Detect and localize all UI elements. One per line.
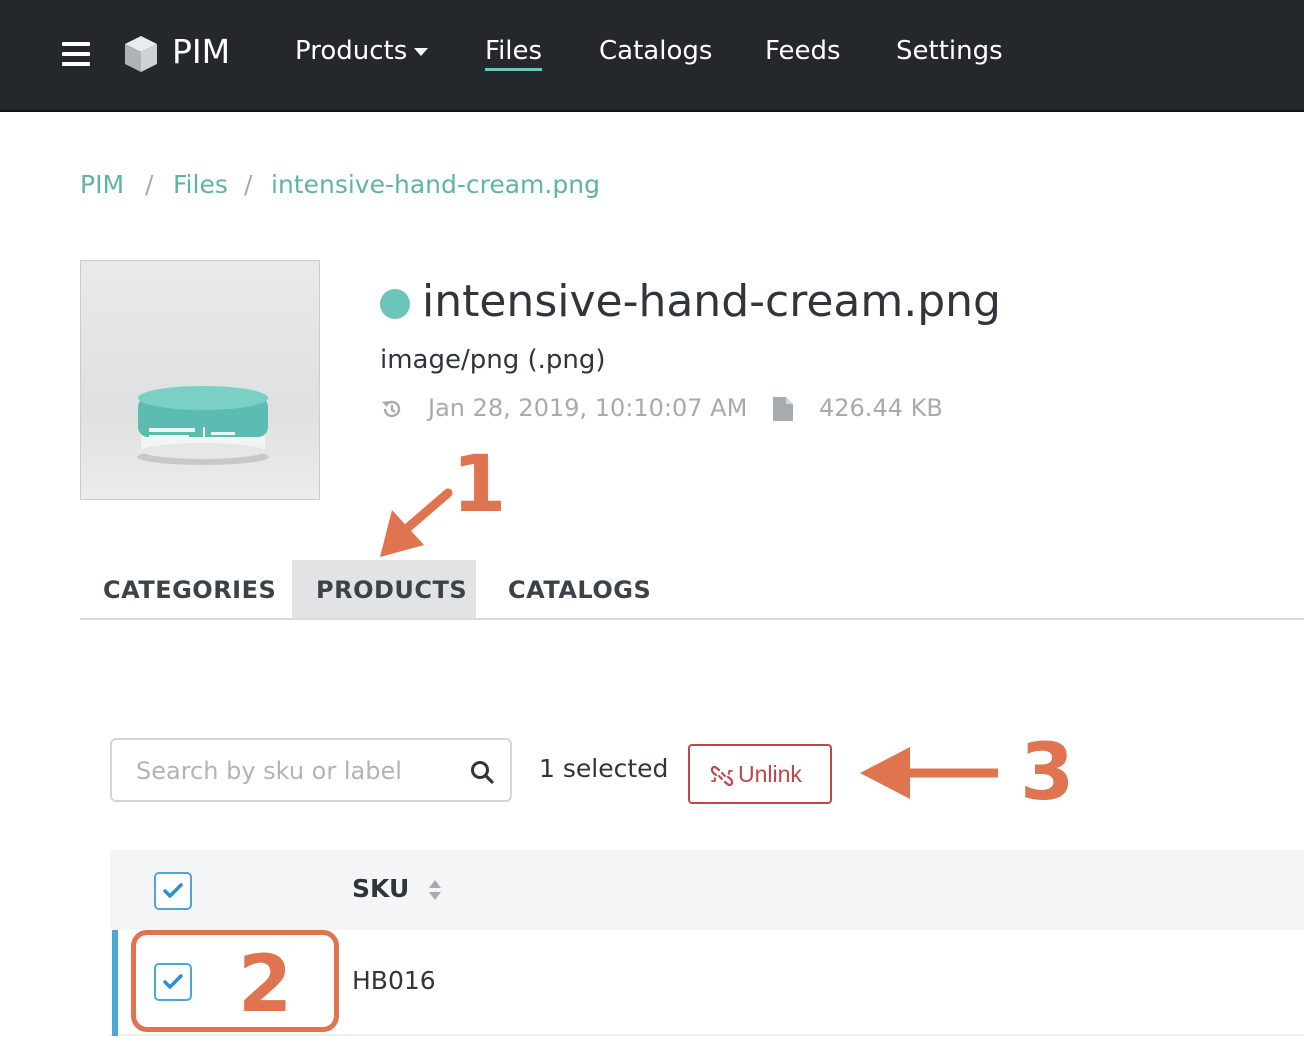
row-selected-indicator <box>112 930 118 1036</box>
top-navbar: PIM Products Files Catalogs Feeds Settin… <box>0 0 1304 112</box>
file-modified-date: Jan 28, 2019, 10:10:07 AM <box>428 394 748 422</box>
tabs-divider <box>80 618 1304 620</box>
brand-name[interactable]: PIM <box>172 32 230 71</box>
column-header-sku[interactable]: SKU <box>352 874 409 903</box>
caret-down-icon <box>414 47 429 56</box>
unlink-icon <box>710 765 734 787</box>
nav-products[interactable]: Products <box>295 36 429 66</box>
row-sku: HB016 <box>352 966 436 995</box>
checkmark-icon <box>163 883 183 898</box>
annotation-2: 2 <box>238 940 293 1030</box>
nav-feeds[interactable]: Feeds <box>765 36 841 66</box>
tab-products[interactable]: PRODUCTS <box>292 560 476 618</box>
cube-logo-icon <box>125 36 157 72</box>
page-title: intensive-hand-cream.png <box>422 276 1001 327</box>
nav-settings[interactable]: Settings <box>896 36 1003 66</box>
file-thumbnail[interactable] <box>80 260 320 500</box>
breadcrumb-separator: / <box>244 170 253 199</box>
breadcrumb-files[interactable]: Files <box>173 170 228 199</box>
menu-icon[interactable] <box>62 42 90 66</box>
file-size: 426.44 KB <box>819 394 943 422</box>
select-all-checkbox[interactable] <box>154 872 192 910</box>
breadcrumb-separator: / <box>145 170 154 199</box>
search-icon[interactable] <box>470 760 494 784</box>
file-mime-type: image/png (.png) <box>380 345 606 375</box>
annotation-highlight-box <box>131 930 339 1032</box>
search-input[interactable] <box>134 750 448 792</box>
history-icon <box>382 400 401 418</box>
hand-cream-jar-image <box>137 386 269 465</box>
file-icon <box>773 397 793 421</box>
breadcrumb-pim[interactable]: PIM <box>80 170 124 199</box>
tab-categories[interactable]: CATEGORIES <box>80 560 284 618</box>
nav-catalogs[interactable]: Catalogs <box>599 36 712 66</box>
annotation-3: 3 <box>1020 728 1075 818</box>
nav-products-label: Products <box>295 36 408 66</box>
status-dot <box>380 289 410 319</box>
annotation-1: 1 <box>452 440 507 530</box>
unlink-label: Unlink <box>738 761 802 787</box>
table-header <box>110 850 1304 930</box>
search-box <box>110 738 512 802</box>
tab-catalogs[interactable]: CATALOGS <box>488 560 668 618</box>
breadcrumb-current: intensive-hand-cream.png <box>271 170 600 199</box>
selection-count: 1 selected <box>539 754 669 783</box>
unlink-button[interactable]: Unlink <box>688 744 832 804</box>
nav-files[interactable]: Files <box>485 36 543 71</box>
sort-icon[interactable] <box>428 878 442 902</box>
